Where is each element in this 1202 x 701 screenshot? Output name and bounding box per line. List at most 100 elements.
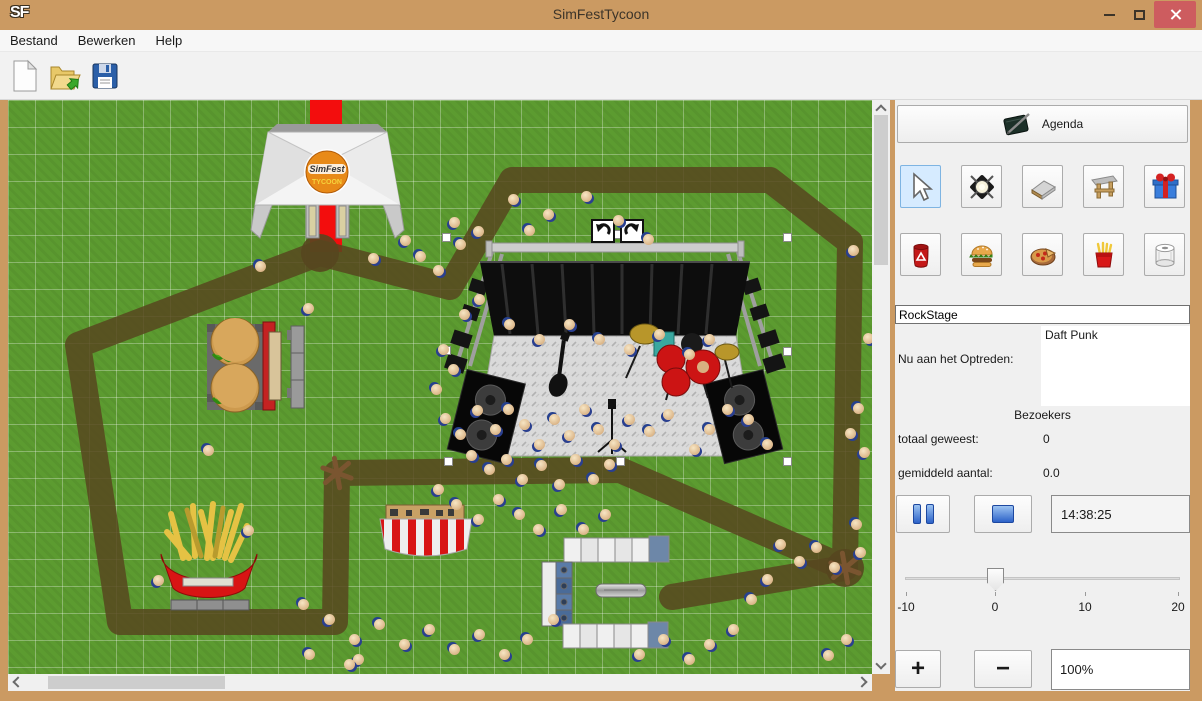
visitor [570,454,581,465]
visitor [449,644,460,655]
visitor [643,234,654,245]
visitor [548,614,559,625]
visitor [534,439,545,450]
visitor [684,349,695,360]
scroll-left-icon[interactable] [12,676,23,687]
clock-display: 14:38:25 [1051,495,1190,533]
zoom-out-button[interactable]: − [974,650,1032,688]
now-performing-label: Nu aan het Optreden: [898,352,1013,366]
vertical-scrollbar[interactable] [872,100,890,674]
window-title: SimFestTycoon [0,6,1202,22]
visitor [374,619,385,630]
visitor [534,334,545,345]
cursor-tool-icon [906,172,936,202]
tool-pizza[interactable] [1022,233,1063,276]
visitor [517,474,528,485]
maximize-button[interactable] [1124,0,1154,30]
visitor [564,430,575,441]
visitor [704,424,715,435]
open-file-button[interactable] [48,58,82,94]
visitor [613,215,624,226]
scroll-right-icon[interactable] [856,676,867,687]
slider-tick-10: 10 [1070,600,1100,614]
visitor [472,405,483,416]
tool-stage-frame[interactable] [1083,165,1124,208]
visitor [564,319,575,330]
save-file-button[interactable] [88,58,122,94]
zoom-in-button[interactable]: + [895,650,941,688]
vertical-scroll-thumb[interactable] [874,115,888,265]
visitor [474,294,485,305]
people-layer [8,100,872,674]
visitor [543,209,554,220]
visitor [514,509,525,520]
visitor [684,654,695,665]
visitor [579,404,590,415]
menu-help[interactable]: Help [146,31,193,50]
speed-slider-thumb[interactable] [987,568,1004,591]
title-bar: SF SimFestTycoon [0,0,1202,30]
visitor [578,524,589,535]
visitor [493,494,504,505]
visitor [663,409,674,420]
tool-trashcan[interactable] [900,233,941,276]
scroll-up-icon[interactable] [875,104,886,115]
tool-spotlight[interactable] [961,165,1002,208]
visitor [451,499,462,510]
speed-slider-track[interactable] [905,577,1180,580]
stage-name-input[interactable] [895,305,1190,324]
visitor [519,419,530,430]
visitor [600,509,611,520]
tool-gift[interactable] [1144,165,1185,208]
visitor [399,639,410,650]
menu-bewerken[interactable]: Bewerken [68,31,146,50]
tool-cursor[interactable] [900,165,941,208]
horizontal-scroll-thumb[interactable] [48,676,225,689]
new-file-button[interactable] [8,58,42,94]
zoom-level-value: 100% [1060,662,1093,677]
visitor [811,542,822,553]
visitor [438,344,449,355]
now-performing-value: Daft Punk [1045,328,1098,342]
horizontal-scrollbar[interactable] [8,674,872,691]
close-icon [1169,8,1182,21]
fries-tool-icon [1089,240,1119,270]
visitor [255,261,266,272]
agenda-button[interactable]: Agenda [897,105,1188,143]
visitor [829,562,840,573]
visitor [473,226,484,237]
visitor [474,629,485,640]
tool-burger[interactable] [961,233,1002,276]
minimize-button[interactable] [1094,0,1124,30]
clock-value: 14:38:25 [1061,507,1112,522]
visitor [153,575,164,586]
side-panel: Agenda [895,100,1190,691]
visitor [593,424,604,435]
visitor [728,624,739,635]
scroll-down-icon[interactable] [875,658,886,669]
visitor [533,524,544,535]
slider-tick-0: 0 [980,600,1010,614]
festival-map-canvas[interactable]: SimFest TYCOON [8,100,872,674]
visitor [704,334,715,345]
close-button[interactable] [1154,1,1196,28]
pause-button[interactable] [896,495,950,533]
visitor [743,414,754,425]
visitor [455,429,466,440]
visitor [349,634,360,645]
visitor [344,659,355,670]
tool-fries[interactable] [1083,233,1124,276]
stop-icon [992,505,1014,523]
tool-path-tile[interactable] [1022,165,1063,208]
visitor [433,265,444,276]
visitor [433,484,444,495]
visitor [440,413,451,424]
stop-button[interactable] [974,495,1032,533]
visitor [634,649,645,660]
visitor [508,194,519,205]
zoom-level-display: 100% [1051,649,1190,690]
tool-toilet-paper[interactable] [1144,233,1185,276]
visitor [303,303,314,314]
menu-bestand[interactable]: Bestand [0,31,68,50]
visitor [722,404,733,415]
